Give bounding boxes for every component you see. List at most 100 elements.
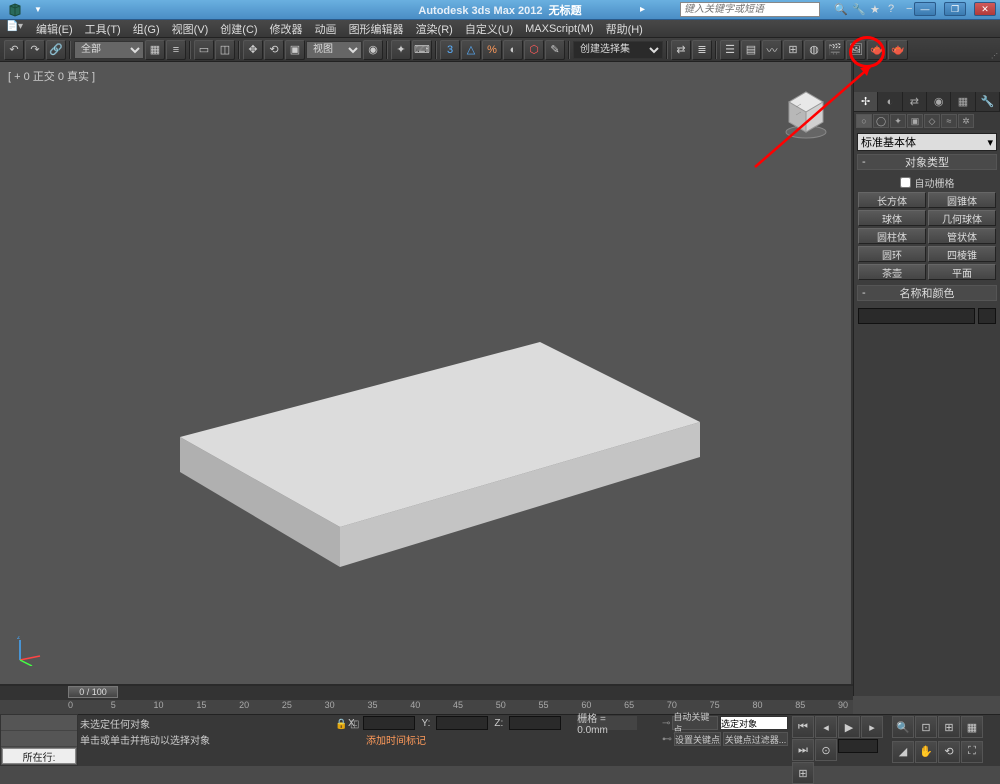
- undo-button[interactable]: ↶: [4, 40, 24, 60]
- tab-utilities[interactable]: 🔧: [976, 92, 1000, 111]
- tab-create[interactable]: ✢: [854, 92, 878, 111]
- edit-named-sel-button[interactable]: ✎: [545, 40, 565, 60]
- zoom-extents-all-button[interactable]: ▦: [961, 716, 983, 738]
- viewport-perspective[interactable]: [ + 0 正交 0 真实 ] z: [0, 62, 853, 684]
- menu-prefix-icon-2[interactable]: ▾: [18, 21, 28, 35]
- object-name-input[interactable]: [858, 308, 975, 324]
- use-center-button[interactable]: ◉: [363, 40, 383, 60]
- cat-systems[interactable]: ✲: [958, 114, 974, 128]
- add-time-tag[interactable]: 添加时间标记: [366, 732, 426, 747]
- btn-cylinder[interactable]: 圆柱体: [858, 228, 926, 244]
- close-button[interactable]: ✕: [974, 2, 996, 16]
- cat-lights[interactable]: ✦: [890, 114, 906, 128]
- minimize-button[interactable]: —: [914, 2, 936, 16]
- maximize-button[interactable]: ❐: [944, 2, 966, 16]
- graphite-button[interactable]: ▤: [741, 40, 761, 60]
- btn-torus[interactable]: 圆环: [858, 246, 926, 262]
- zoom-all-button[interactable]: ⊡: [915, 716, 937, 738]
- select-by-name-button[interactable]: ≡: [166, 40, 186, 60]
- tab-motion[interactable]: ◉: [927, 92, 951, 111]
- menu-graph-editors[interactable]: 图形编辑器: [343, 21, 410, 37]
- mirror-button[interactable]: ⇄: [671, 40, 691, 60]
- key-filters-button[interactable]: 关键点过滤器...: [723, 732, 788, 746]
- rollout-name-color[interactable]: -名称和颜色: [857, 285, 997, 301]
- spinner-snap-button[interactable]: ◐: [503, 40, 523, 60]
- cat-cameras[interactable]: ▣: [907, 114, 923, 128]
- window-crossing-button[interactable]: ◫: [215, 40, 235, 60]
- cat-spacewarps[interactable]: ≈: [941, 114, 957, 128]
- current-frame-input[interactable]: [838, 739, 878, 753]
- y-coord-input[interactable]: [436, 716, 488, 730]
- btn-sphere[interactable]: 球体: [858, 210, 926, 226]
- edged-faces-button[interactable]: ⬡: [524, 40, 544, 60]
- cat-geometry[interactable]: ○: [856, 114, 872, 128]
- z-coord-input[interactable]: [509, 716, 561, 730]
- align-button[interactable]: ≣: [692, 40, 712, 60]
- zoom-button[interactable]: 🔍: [892, 716, 914, 738]
- doc-dropdown-icon[interactable]: ▸: [640, 4, 645, 15]
- time-slider-thumb[interactable]: 0 / 100: [68, 686, 118, 698]
- btn-box[interactable]: 长方体: [858, 192, 926, 208]
- menu-rendering[interactable]: 渲染(R): [410, 21, 459, 37]
- auto-key-button[interactable]: 自动关键点: [672, 716, 718, 730]
- btn-teapot[interactable]: 茶壶: [858, 264, 926, 280]
- x-coord-input[interactable]: [363, 716, 415, 730]
- btn-geosphere[interactable]: 几何球体: [928, 210, 996, 226]
- time-config-button[interactable]: ⊞: [792, 762, 814, 784]
- menu-create[interactable]: 创建(C): [214, 21, 263, 37]
- cat-shapes[interactable]: ◯: [873, 114, 889, 128]
- keyboard-shortcut-button[interactable]: ⌨: [412, 40, 432, 60]
- selection-lock-icon[interactable]: 🔒: [335, 719, 347, 730]
- menu-customize[interactable]: 自定义(U): [459, 21, 519, 37]
- menu-help[interactable]: 帮助(H): [600, 21, 649, 37]
- menu-maxscript[interactable]: MAXScript(M): [519, 23, 599, 35]
- help-search-input[interactable]: [680, 2, 820, 17]
- set-key-icon[interactable]: ⊷: [662, 734, 672, 745]
- btn-plane[interactable]: 平面: [928, 264, 996, 280]
- snap-toggle-button[interactable]: 3: [440, 40, 460, 60]
- menu-prefix-icon-1[interactable]: 📄: [6, 21, 16, 35]
- key-icon[interactable]: 🔧: [852, 3, 866, 17]
- btn-pyramid[interactable]: 四棱锥: [928, 246, 996, 262]
- percent-snap-button[interactable]: %: [482, 40, 502, 60]
- render-production-button[interactable]: 🫖: [867, 40, 887, 60]
- set-key-button[interactable]: 设置关键点: [674, 732, 721, 746]
- named-selection-dropdown[interactable]: 创建选择集: [573, 41, 663, 59]
- autogrid-checkbox[interactable]: 自动栅格: [858, 173, 996, 192]
- box-primitive-object[interactable]: [180, 342, 700, 602]
- rendered-frame-button[interactable]: 🖼: [846, 40, 866, 60]
- btn-cone[interactable]: 圆锥体: [928, 192, 996, 208]
- geometry-type-dropdown[interactable]: 标准基本体▾: [857, 133, 997, 151]
- zoom-extents-button[interactable]: ⊞: [938, 716, 960, 738]
- select-move-button[interactable]: ✥: [243, 40, 263, 60]
- menu-views[interactable]: 视图(V): [166, 21, 215, 37]
- pan-button[interactable]: ✋: [915, 741, 937, 763]
- play-button[interactable]: ▶: [838, 716, 860, 738]
- help-icon[interactable]: ?: [888, 3, 902, 17]
- select-rotate-button[interactable]: ⟲: [264, 40, 284, 60]
- viewcube[interactable]: [781, 90, 831, 140]
- tab-display[interactable]: ▦: [951, 92, 975, 111]
- angle-snap-button[interactable]: △: [461, 40, 481, 60]
- selected-object-input[interactable]: [720, 716, 788, 730]
- curve-editor-button[interactable]: 〰: [762, 40, 782, 60]
- tab-hierarchy[interactable]: ⇄: [903, 92, 927, 111]
- key-mode-button[interactable]: ⊙: [815, 739, 837, 761]
- schematic-view-button[interactable]: ⊞: [783, 40, 803, 60]
- goto-end-button[interactable]: ⏭: [792, 739, 814, 761]
- material-editor-button[interactable]: ◍: [804, 40, 824, 60]
- object-color-swatch[interactable]: [978, 308, 996, 324]
- goto-start-button[interactable]: ⏮: [792, 716, 814, 738]
- select-region-button[interactable]: ▭: [194, 40, 214, 60]
- selection-filter-dropdown[interactable]: 全部: [74, 41, 144, 59]
- isolate-icon[interactable]: ◫: [350, 719, 359, 730]
- time-slider-track[interactable]: 0 / 100: [0, 686, 853, 700]
- menu-tools[interactable]: 工具(T): [79, 21, 127, 37]
- teapot-render-button[interactable]: 🫖: [888, 40, 908, 60]
- render-setup-button[interactable]: 🎬: [825, 40, 845, 60]
- star-icon[interactable]: ★: [870, 3, 884, 17]
- select-manipulate-button[interactable]: ✦: [391, 40, 411, 60]
- field-of-view-button[interactable]: ◢: [892, 741, 914, 763]
- menu-group[interactable]: 组(G): [127, 21, 166, 37]
- key-lock-icon[interactable]: ⊸: [662, 718, 670, 729]
